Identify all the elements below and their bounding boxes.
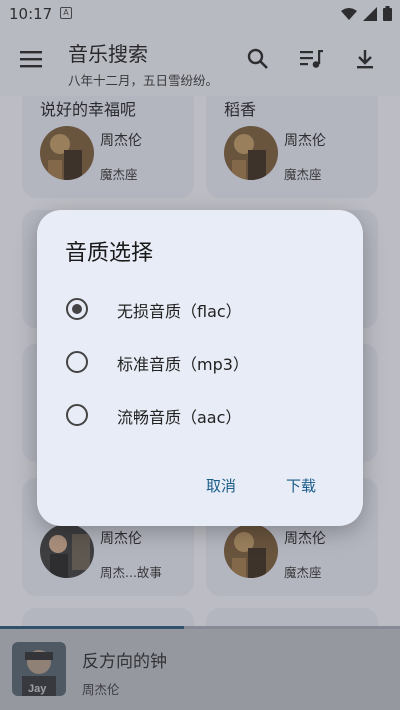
- cancel-button[interactable]: 取消: [206, 475, 236, 496]
- option-label: 流畅音质（aac）: [117, 408, 242, 427]
- download-button[interactable]: 下载: [286, 475, 316, 496]
- quality-option-aac[interactable]: 流畅音质（aac）: [63, 393, 333, 437]
- radio-button[interactable]: [66, 298, 88, 320]
- radio-button[interactable]: [66, 351, 88, 373]
- quality-dialog: 音质选择 无损音质（flac） 标准音质（mp3） 流畅音质（aac） 取消 下…: [37, 210, 363, 526]
- quality-option-flac[interactable]: 无损音质（flac）: [63, 287, 333, 331]
- radio-button[interactable]: [66, 404, 88, 426]
- dialog-title: 音质选择: [65, 241, 154, 266]
- option-label: 无损音质（flac）: [117, 302, 242, 321]
- option-label: 标准音质（mp3）: [117, 355, 249, 374]
- quality-option-mp3[interactable]: 标准音质（mp3）: [63, 340, 333, 384]
